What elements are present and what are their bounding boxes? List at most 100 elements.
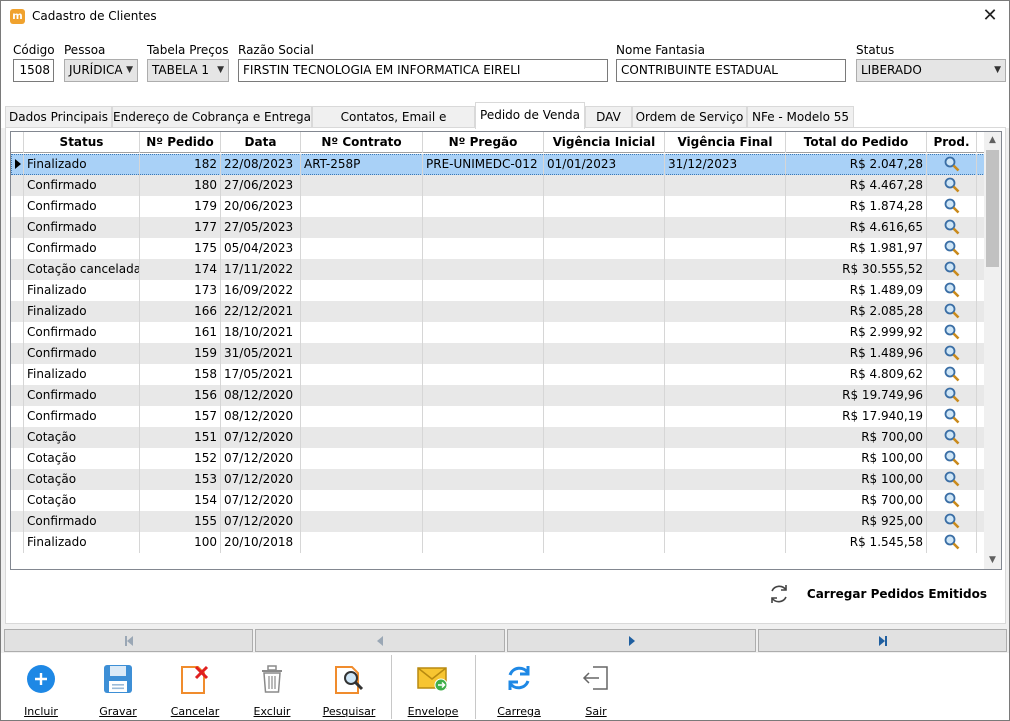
header-vig-inicial[interactable]: Vigência Inicial [544,132,665,153]
tab-dados-principais[interactable]: Dados Principais [5,106,112,128]
header-vig-final[interactable]: Vigência Final [665,132,786,153]
cell-prod[interactable] [927,427,977,448]
magnifier-icon[interactable] [943,260,961,278]
magnifier-icon[interactable] [943,239,961,257]
magnifier-icon[interactable] [943,281,961,299]
cell-prod[interactable] [927,511,977,532]
codigo-field[interactable]: 1508 [13,59,54,82]
magnifier-icon[interactable] [943,428,961,446]
table-row[interactable]: Confirmado 177 27/05/2023 R$ 4.616,65 [11,217,985,238]
magnifier-icon[interactable] [943,470,961,488]
pesquisar-button[interactable]: Pesquisar [314,657,384,719]
scroll-up-icon[interactable]: ▲ [984,132,1001,149]
tab-contatos[interactable]: Contatos, Email e Diversos [312,106,475,144]
magnifier-icon[interactable] [943,218,961,236]
gravar-button[interactable]: Gravar [83,657,153,719]
table-row[interactable]: Cotação 151 07/12/2020 R$ 700,00 [11,427,985,448]
tab-pedido-venda[interactable]: Pedido de Venda [475,102,585,129]
magnifier-icon[interactable] [943,491,961,509]
cell-prod[interactable] [927,196,977,217]
table-row[interactable]: Finalizado 158 17/05/2021 R$ 4.809,62 [11,364,985,385]
vertical-scrollbar[interactable]: ▲ ▼ [984,132,1001,569]
table-row[interactable]: Confirmado 161 18/10/2021 R$ 2.999,92 [11,322,985,343]
cell-prod[interactable] [927,469,977,490]
nav-first-button[interactable] [4,629,253,652]
table-row[interactable]: Confirmado 155 07/12/2020 R$ 925,00 [11,511,985,532]
envelope-button[interactable]: Envelope [398,657,468,719]
table-row[interactable]: Confirmado 159 31/05/2021 R$ 1.489,96 [11,343,985,364]
sair-button[interactable]: Sair [561,657,631,719]
pessoa-select[interactable]: JURÍDICA ▼ [64,59,138,82]
magnifier-icon[interactable] [943,323,961,341]
magnifier-icon[interactable] [943,533,961,551]
cell-prod[interactable] [927,259,977,280]
header-data[interactable]: Data [221,132,301,153]
tab-ordem-servico[interactable]: Ordem de Serviço [632,106,747,128]
status-select[interactable]: LIBERADO ▼ [856,59,1006,82]
cell-prod[interactable] [927,154,977,175]
magnifier-icon[interactable] [943,176,961,194]
incluir-button[interactable]: Incluir [6,657,76,719]
magnifier-icon[interactable] [943,386,961,404]
tab-nfe[interactable]: NFe - Modelo 55 [747,106,854,128]
cancelar-button[interactable]: Cancelar [160,657,230,719]
save-icon [104,665,132,693]
magnifier-icon[interactable] [943,407,961,425]
tabela-select[interactable]: TABELA 1 ▼ [147,59,229,82]
cell-prod[interactable] [927,385,977,406]
table-row[interactable]: Cotação 154 07/12/2020 R$ 700,00 [11,490,985,511]
table-row[interactable]: Finalizado 173 16/09/2022 R$ 1.489,09 [11,280,985,301]
table-row[interactable]: Confirmado 179 20/06/2023 R$ 1.874,28 [11,196,985,217]
cell-prod[interactable] [927,175,977,196]
header-status[interactable]: Status [24,132,140,153]
cell-prod[interactable] [927,301,977,322]
cell-prod[interactable] [927,343,977,364]
table-row[interactable]: Finalizado 100 20/10/2018 R$ 1.545,58 [11,532,985,553]
table-row[interactable]: Confirmado 157 08/12/2020 R$ 17.940,19 [11,406,985,427]
header-contrato[interactable]: Nº Contrato [301,132,423,153]
tab-dav[interactable]: DAV [585,106,632,128]
table-row[interactable]: Confirmado 156 08/12/2020 R$ 19.749,96 [11,385,985,406]
scroll-thumb[interactable] [986,150,999,267]
magnifier-icon[interactable] [943,197,961,215]
nav-last-button[interactable] [758,629,1007,652]
nav-next-button[interactable] [507,629,756,652]
carrega-todos-button[interactable]: Carrega Todos [483,657,555,720]
table-row[interactable]: Confirmado 180 27/06/2023 R$ 4.467,28 [11,175,985,196]
table-row[interactable]: Finalizado 166 22/12/2021 R$ 2.085,28 [11,301,985,322]
scroll-down-icon[interactable]: ▼ [984,552,1001,569]
cell-prod[interactable] [927,280,977,301]
cell-prod[interactable] [927,406,977,427]
magnifier-icon[interactable] [943,344,961,362]
table-row[interactable]: Cotação 153 07/12/2020 R$ 100,00 [11,469,985,490]
cell-prod[interactable] [927,238,977,259]
orders-grid[interactable]: Status Nº Pedido Data Nº Contrato Nº Pre… [10,131,1002,570]
magnifier-icon[interactable] [943,365,961,383]
cell-prod[interactable] [927,448,977,469]
magnifier-icon[interactable] [943,512,961,530]
tab-endereco[interactable]: Endereço de Cobrança e Entrega [112,106,312,128]
cell-prod[interactable] [927,364,977,385]
nav-prev-button[interactable] [255,629,505,652]
table-row[interactable]: Cotação 152 07/12/2020 R$ 100,00 [11,448,985,469]
fantasia-field[interactable]: CONTRIBUINTE ESTADUAL [616,59,846,82]
header-total[interactable]: Total do Pedido [786,132,927,153]
cell-prod[interactable] [927,532,977,553]
carregar-pedidos-button[interactable]: Carregar Pedidos Emitidos [771,582,987,606]
magnifier-icon[interactable] [943,302,961,320]
table-row[interactable]: Cotação cancelada 174 17/11/2022 R$ 30.555,… [11,259,985,280]
header-pedido[interactable]: Nº Pedido [140,132,221,153]
cell-prod[interactable] [927,322,977,343]
header-prod[interactable]: Prod. [927,132,977,153]
table-row[interactable]: Confirmado 175 05/04/2023 R$ 1.981,97 [11,238,985,259]
razao-field[interactable]: FIRSTIN TECNOLOGIA EM INFORMATICA EIRELI [238,59,608,82]
cell-prod[interactable] [927,490,977,511]
cell-prod[interactable] [927,217,977,238]
last-record-icon [878,635,887,646]
magnifier-icon[interactable] [943,449,961,467]
header-pregao[interactable]: Nº Pregão [423,132,544,153]
close-icon[interactable]: ✕ [977,4,1003,28]
table-row[interactable]: Finalizado 182 22/08/2023 ART-258P PRE-UNIME… [11,154,985,175]
excluir-button[interactable]: Excluir [237,657,307,719]
magnifier-icon[interactable] [943,155,961,173]
